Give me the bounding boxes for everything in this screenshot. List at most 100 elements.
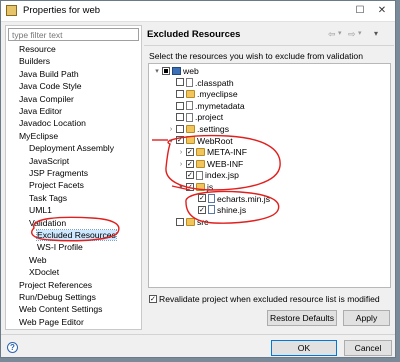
nav-item-label: UML1 [29, 205, 52, 216]
nav-item[interactable]: Web [29, 255, 47, 266]
nav-item[interactable]: XDoclet [29, 267, 59, 278]
nav-item-label: Run/Debug Settings [19, 292, 96, 302]
tree-node[interactable]: › .settings [167, 124, 229, 135]
nav-item-label: Deployment Assembly [29, 143, 115, 154]
folder-icon [186, 124, 195, 133]
app-icon [6, 5, 17, 16]
nav-item-label: Excluded Resources [36, 229, 117, 241]
nav-item-label: Java Build Path [19, 68, 79, 79]
tree-checkbox[interactable] [198, 194, 206, 203]
nav-item[interactable]: Resource [19, 44, 56, 55]
nav-item[interactable]: Java Code Style [19, 81, 82, 92]
nav-item[interactable]: Web Content Settings [19, 304, 102, 315]
nav-item-label: Resource [19, 44, 56, 54]
expand-arrow-icon[interactable]: › [167, 124, 175, 135]
tree-node[interactable]: .project [167, 112, 223, 123]
tree-checkbox[interactable] [186, 171, 194, 180]
expand-arrow-icon[interactable]: › [177, 159, 185, 170]
tree-checkbox[interactable] [186, 147, 194, 156]
tree-checkbox[interactable] [176, 217, 184, 226]
nav-item[interactable]: Project References [19, 280, 92, 291]
forward-icon[interactable]: ⇨ [348, 29, 356, 40]
tree-node[interactable]: › META-INF [177, 147, 247, 158]
revalidate-checkbox[interactable] [149, 294, 157, 303]
resource-tree[interactable]: ▾ web .classpath .myeclipse .mymetadata .proj… [148, 63, 391, 288]
apply-button[interactable]: Apply [343, 310, 390, 326]
nav-item[interactable]: Builders [19, 56, 50, 67]
nav-item[interactable]: Task Tags [29, 193, 67, 204]
nav-item[interactable]: Validation [29, 218, 66, 229]
revalidate-option[interactable]: Revalidate project when excluded resourc… [148, 294, 380, 304]
nav-item[interactable]: Javadoc Location [19, 118, 86, 129]
tree-node-label: index.jsp [205, 170, 239, 181]
collapse-arrow-icon[interactable]: ▾ [177, 182, 185, 193]
nav-item[interactable]: JavaScript [29, 156, 69, 167]
nav-item[interactable]: Deployment Assembly [29, 143, 114, 154]
tree-checkbox[interactable] [176, 113, 184, 122]
nav-item-label: Project References [19, 279, 93, 290]
filter-input[interactable] [8, 28, 139, 41]
tree-checkbox[interactable] [162, 66, 170, 75]
tree-node[interactable]: .mymetadata [167, 101, 245, 112]
tree-checkbox[interactable] [176, 78, 184, 87]
nav-item[interactable]: Run/Debug Settings [19, 292, 96, 303]
nav-item[interactable]: Java Build Path [19, 69, 79, 80]
nav-item[interactable]: JSP Fragments [29, 168, 88, 179]
nav-item-label: JavaScript [29, 155, 70, 166]
nav-item-label: Java Compiler [19, 93, 74, 104]
tree-checkbox[interactable] [176, 124, 184, 133]
nav-item[interactable]: Web Page Editor [19, 317, 84, 328]
tree-node[interactable]: index.jsp [177, 170, 239, 181]
nav-item[interactable]: Project Facets [29, 180, 84, 191]
maximize-icon[interactable]: ☐ [351, 3, 369, 18]
header-divider [144, 45, 394, 46]
nav-item[interactable]: WS-I Profile [37, 242, 83, 253]
tree-node[interactable]: ▾ web [153, 66, 199, 77]
nav-item[interactable]: UML1 [29, 205, 52, 216]
tree-checkbox[interactable] [186, 159, 194, 168]
back-dropdown-icon[interactable]: ▾ [338, 29, 342, 37]
tree-node-label: WebRoot [197, 135, 233, 146]
view-menu-icon[interactable]: ▾ [374, 29, 378, 38]
tree-node[interactable]: ▾ js [177, 182, 213, 193]
js-icon [208, 193, 215, 203]
tree-node-label: .mymetadata [195, 100, 245, 111]
nav-item-label: Java Editor [19, 106, 62, 116]
forward-dropdown-icon[interactable]: ▾ [358, 29, 362, 37]
expand-arrow-icon[interactable]: › [177, 147, 185, 158]
cancel-button[interactable]: Cancel [344, 340, 392, 356]
tree-node[interactable]: shine.js [189, 205, 246, 216]
file-icon [186, 77, 193, 87]
back-icon[interactable]: ⇦ [328, 29, 336, 40]
tree-checkbox[interactable] [176, 89, 184, 98]
tree-node[interactable]: echarts.min.js [189, 194, 270, 205]
nav-item[interactable]: MyEclipse [19, 131, 58, 142]
tree-node[interactable]: ▾ WebRoot [167, 135, 233, 147]
page-panel: Excluded Resources ⇦ ▾ ⇨ ▾ ▾ Select the … [144, 25, 394, 330]
tree-node[interactable]: src [167, 217, 208, 228]
nav-item[interactable]: Java Compiler [19, 94, 74, 105]
ok-button[interactable]: OK [271, 340, 337, 356]
restore-defaults-button[interactable]: Restore Defaults [267, 310, 337, 326]
nav-item-label: Task Tags [29, 192, 68, 203]
nav-item[interactable]: Excluded Resources [36, 229, 117, 241]
tree-node[interactable]: .myeclipse [167, 89, 238, 100]
footer-divider [1, 334, 395, 335]
tree-node-label: web [183, 66, 199, 76]
nav-item[interactable]: Java Editor [19, 106, 62, 117]
tree-checkbox[interactable] [186, 182, 194, 191]
help-icon[interactable]: ? [7, 342, 18, 353]
folder-icon [196, 182, 205, 191]
tree-node[interactable]: .classpath [167, 78, 234, 89]
nav-item-label: Web [29, 254, 47, 265]
tree-checkbox[interactable] [176, 136, 184, 145]
collapse-arrow-icon[interactable]: ▾ [153, 66, 161, 77]
close-icon[interactable]: ✕ [373, 3, 391, 18]
tree-checkbox[interactable] [198, 205, 206, 214]
nav-item-label: XDoclet [29, 267, 60, 278]
nav-item-label: Web Content Settings [19, 304, 103, 315]
tree-checkbox[interactable] [176, 101, 184, 110]
tree-node-label: js [207, 182, 214, 192]
tree-node[interactable]: › WEB-INF [177, 159, 243, 170]
collapse-arrow-icon[interactable]: ▾ [167, 136, 175, 147]
